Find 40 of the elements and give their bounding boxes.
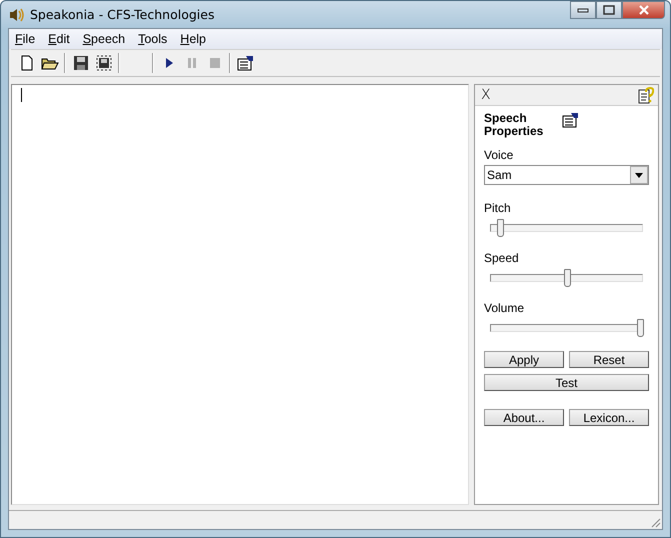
slider[interactable] <box>490 219 643 237</box>
menu-item[interactable]: Edit <box>48 32 70 46</box>
stop-icon <box>208 57 220 69</box>
voice-label: Voice <box>484 148 514 162</box>
help-icon <box>638 86 654 104</box>
pause-icon <box>186 57 198 69</box>
slider-thumb[interactable] <box>637 319 644 337</box>
panel-button[interactable]: Lexicon... <box>569 409 649 426</box>
slider-label: Speed <box>484 251 520 265</box>
speaker-icon <box>8 8 24 22</box>
close-panel-button[interactable]: X <box>481 87 491 103</box>
minimize-button[interactable] <box>570 1 596 19</box>
minimize-icon <box>577 7 589 13</box>
maximize-icon <box>603 5 615 15</box>
caret-icon <box>635 172 643 178</box>
close-button[interactable] <box>622 1 665 19</box>
close-icon <box>638 5 650 15</box>
panel-button[interactable]: Apply <box>484 351 564 368</box>
window-title: Speakonia - CFS-Technologies <box>30 7 214 22</box>
panel-button[interactable]: Reset <box>569 351 649 368</box>
menu-item[interactable]: Tools <box>138 32 168 46</box>
slider-label: Volume <box>484 301 526 315</box>
slider[interactable] <box>490 269 643 287</box>
properties-icon <box>236 55 254 71</box>
slider-thumb[interactable] <box>497 219 504 237</box>
properties-icon <box>562 112 580 128</box>
panel-button[interactable]: About... <box>484 409 564 426</box>
panel-button[interactable]: Test <box>484 374 649 391</box>
text-cursor <box>21 88 22 102</box>
document-icon <box>18 55 34 71</box>
slider[interactable] <box>490 319 643 337</box>
slider-thumb[interactable] <box>564 269 570 287</box>
resize-grip-icon <box>649 516 661 528</box>
maximize-button[interactable] <box>596 1 622 19</box>
panel-title: Speech Properties <box>484 112 544 138</box>
menu-item[interactable]: Speech <box>82 32 126 46</box>
menu-item[interactable]: Help <box>180 32 206 46</box>
voice-dropdown[interactable]: Sam <box>484 165 649 185</box>
menu-item[interactable]: File <box>15 32 36 46</box>
slider-label: Pitch <box>484 201 512 215</box>
